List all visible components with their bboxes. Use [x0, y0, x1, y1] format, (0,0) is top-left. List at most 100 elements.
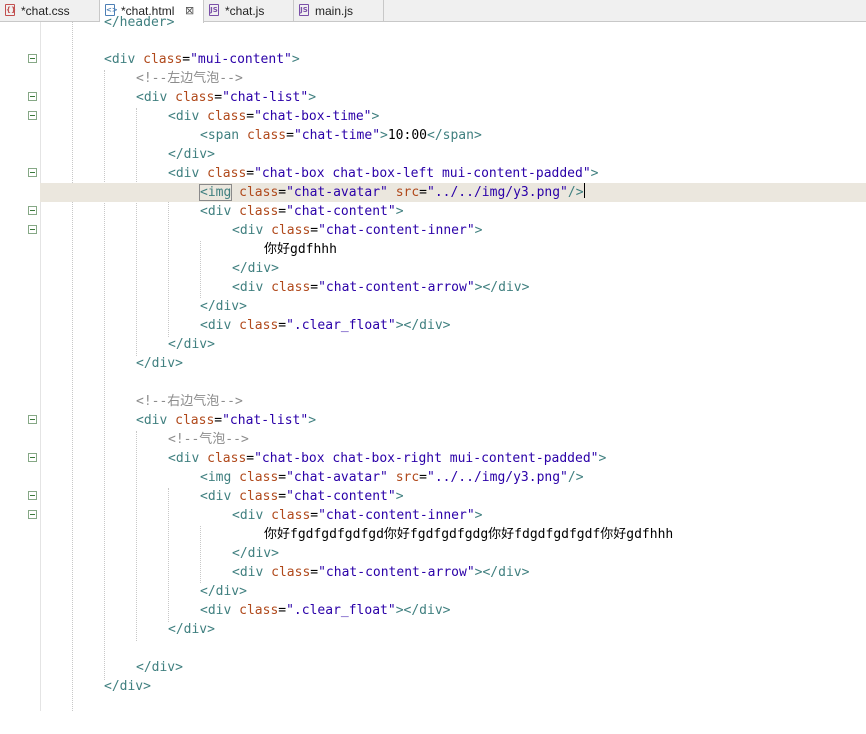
code-token: class	[207, 109, 247, 124]
code-comment: <!--气泡-->	[168, 432, 249, 447]
code-token: </div>	[232, 261, 279, 276]
code-token: >	[308, 413, 317, 428]
code-token: "chat-box chat-box-right mui-content-pad…	[254, 451, 599, 466]
code-token: class	[143, 52, 183, 67]
code-line: </div>	[0, 297, 866, 316]
code-token: =	[419, 470, 427, 485]
code-token: ".clear_float"	[286, 603, 396, 618]
code-token: </div>	[232, 546, 279, 561]
code-token: </div>	[136, 356, 183, 371]
code-token: class	[271, 565, 311, 580]
code-token: ".clear_float"	[286, 318, 396, 333]
code-token: <div	[200, 489, 232, 504]
code-token: <div	[136, 413, 168, 428]
code-token: src	[395, 185, 420, 200]
code-token: <div	[200, 603, 232, 618]
code-line: 你好fgdfgdfgdfgd你好fgdfgdfgdg你好fdgdfgdfgdf你…	[0, 525, 866, 544]
code-token: class	[239, 489, 279, 504]
code-token: ></div>	[474, 280, 530, 295]
code-token: =	[278, 470, 287, 485]
code-token: =	[278, 603, 287, 618]
code-token: =	[278, 185, 287, 200]
code-token: <span	[200, 128, 240, 143]
code-line: </div>	[0, 145, 866, 164]
code-token: ></div>	[395, 603, 451, 618]
code-token: class	[239, 185, 279, 200]
code-line: <div class="chat-content">	[0, 487, 866, 506]
text-cursor	[583, 183, 585, 198]
code-token: ></div>	[474, 565, 530, 580]
code-line: </div>	[0, 658, 866, 677]
code-token: class	[271, 223, 311, 238]
code-line: <!--右边气泡-->	[0, 392, 866, 411]
code-token: "chat-content"	[286, 204, 396, 219]
code-token: <div	[232, 280, 264, 295]
code-token: "../../img/y3.png"	[427, 470, 568, 485]
code-line: <div class="chat-content-inner">	[0, 506, 866, 525]
code-token: >	[308, 90, 317, 105]
code-token: =	[310, 508, 319, 523]
code-line: <div class="chat-box chat-box-left mui-c…	[0, 164, 866, 183]
code-line: </div>	[0, 544, 866, 563]
code-text: 你好gdfhhh	[264, 242, 337, 257]
code-line: <div class=".clear_float"></div>	[0, 601, 866, 620]
code-token: "chat-list"	[222, 90, 309, 105]
code-token: "chat-avatar"	[286, 470, 388, 485]
code-token: class	[207, 166, 247, 181]
code-token: </span>	[427, 128, 482, 143]
code-token: =	[246, 451, 255, 466]
code-token: ></div>	[395, 318, 451, 333]
code-token: >	[474, 223, 483, 238]
code-editor[interactable]: </header> <div class="mui-content"> <!--…	[0, 15, 866, 711]
code-line: </div>	[0, 582, 866, 601]
code-token: </header>	[104, 15, 175, 30]
code-line: </div>	[0, 335, 866, 354]
code-line: <img class="chat-avatar" src="../../img/…	[0, 468, 866, 487]
code-line: <div class="chat-box-time">	[0, 107, 866, 126]
code-line: </div>	[0, 677, 866, 696]
code-token: class	[239, 204, 279, 219]
code-token: =	[310, 565, 319, 580]
code-token: "chat-time"	[293, 128, 381, 143]
code-line: <div class=".clear_float"></div>	[0, 316, 866, 335]
code-token: =	[278, 204, 287, 219]
code-token: </div>	[104, 679, 151, 694]
code-token: "chat-content-arrow"	[318, 565, 475, 580]
code-token: </div>	[200, 584, 247, 599]
code-line: </div>	[0, 620, 866, 639]
code-token: class	[239, 470, 279, 485]
code-token: =	[246, 166, 255, 181]
code-token: class	[246, 128, 287, 143]
code-token: "chat-content-inner"	[318, 508, 475, 523]
code-token: =	[419, 185, 427, 200]
code-line: <div class="chat-content">	[0, 202, 866, 221]
code-line: <div class="chat-box chat-box-right mui-…	[0, 449, 866, 468]
code-token: <img	[200, 470, 232, 485]
code-token: <div	[136, 90, 168, 105]
code-line: <!--气泡-->	[0, 430, 866, 449]
code-token: class	[271, 280, 311, 295]
code-line: <div class="chat-content-arrow"></div>	[0, 278, 866, 297]
code-line: <!--左边气泡-->	[0, 69, 866, 88]
code-token: </div>	[136, 660, 183, 675]
code-token: <div	[232, 565, 264, 580]
code-token: <div	[200, 318, 232, 333]
code-token: >	[598, 451, 607, 466]
current-line-highlight: <img class="chat-avatar" src="../../img/…	[40, 183, 866, 202]
code-token: =	[182, 52, 191, 67]
code-line: 你好gdfhhh	[0, 240, 866, 259]
code-token: <div	[104, 52, 136, 67]
code-token: "chat-content-arrow"	[318, 280, 475, 295]
code-token: "chat-avatar"	[286, 185, 388, 200]
code-token: >	[291, 52, 300, 67]
code-token: <div	[168, 109, 200, 124]
code-token: "chat-list"	[222, 413, 309, 428]
code-token: =	[246, 109, 255, 124]
code-token: <div	[168, 451, 200, 466]
code-token: =	[214, 90, 223, 105]
code-token: =	[278, 318, 287, 333]
code-token: "../../img/y3.png"	[427, 185, 568, 200]
code-token: />	[567, 470, 584, 485]
code-line: <span class="chat-time">10:00</span>	[0, 126, 866, 145]
code-token: src	[395, 470, 420, 485]
